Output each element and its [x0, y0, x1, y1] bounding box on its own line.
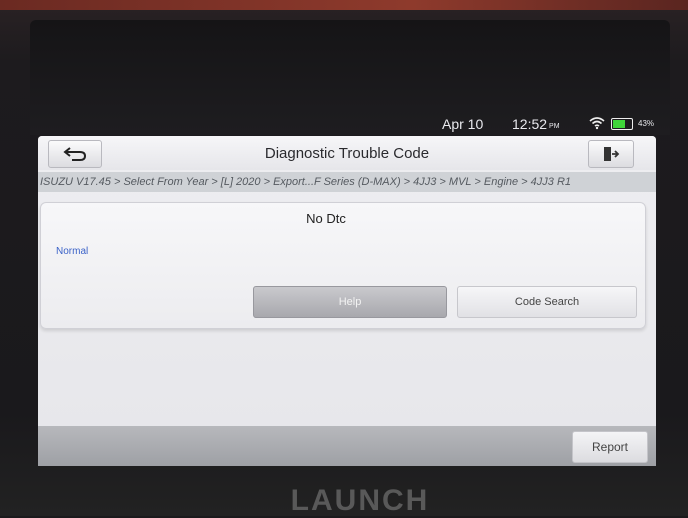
breadcrumb: ISUZU V17.45 > Select From Year > [L] 20… [38, 172, 656, 192]
page-title: Diagnostic Trouble Code [264, 145, 430, 162]
help-button[interactable]: Help [253, 286, 447, 318]
title-bar: Diagnostic Trouble Code [38, 136, 656, 170]
status-ampm: PM [549, 123, 560, 130]
app-window: Diagnostic Trouble Code ISUZU V17.45 > S… [38, 136, 656, 466]
status-date: Apr 10 [442, 116, 484, 132]
battery-fill [613, 120, 625, 128]
dtc-result-panel: No Dtc Normal Help Code Search [40, 202, 646, 329]
no-dtc-message: No Dtc [306, 211, 346, 226]
exit-button[interactable] [588, 140, 634, 168]
battery-percent: 43% [638, 119, 655, 128]
exit-icon [604, 147, 620, 161]
system-status-label: Normal [56, 246, 89, 257]
report-button[interactable]: Report [572, 431, 648, 463]
wifi-icon [589, 117, 605, 130]
bottom-toolbar: Report [38, 426, 656, 466]
device-frame: Apr 10 12:52 PM 43% Diagnostic Trouble Co… [0, 0, 688, 517]
device-brand-logo: LAUNCH [290, 484, 430, 517]
battery-icon [611, 118, 633, 130]
code-search-button[interactable]: Code Search [457, 286, 637, 318]
status-time: 12:52 PM [512, 116, 560, 132]
device-bezel-edge [0, 0, 688, 10]
status-bar: Apr 10 12:52 PM 43% [36, 112, 662, 136]
